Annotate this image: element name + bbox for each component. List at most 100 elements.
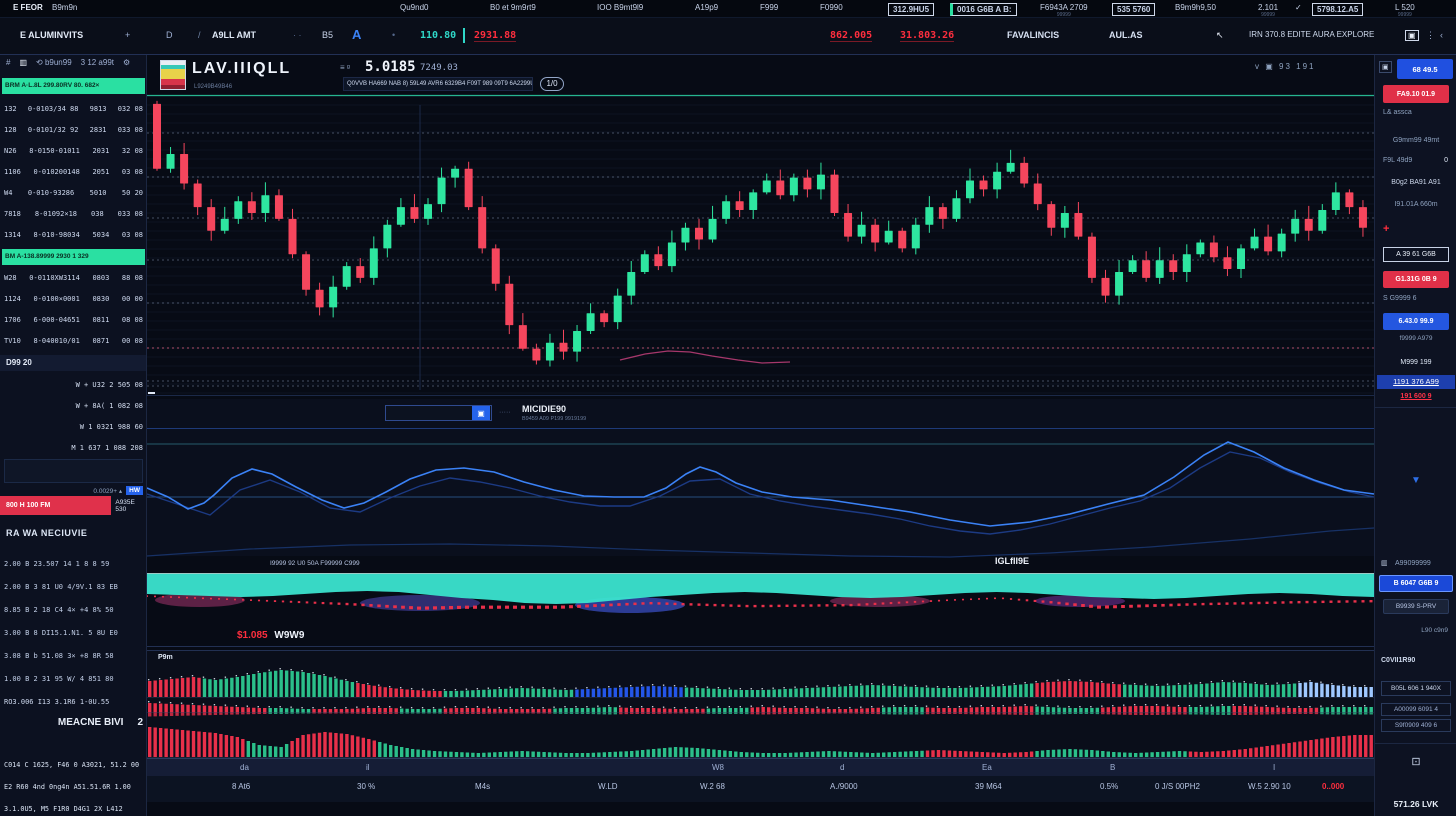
watch-row[interactable]: N268-0150-01011203132 08 xyxy=(4,147,143,159)
watch-cell: 00 08 xyxy=(122,337,143,349)
instrument-logo[interactable] xyxy=(160,60,186,90)
scroll-down-icon[interactable]: ▼ xyxy=(1375,475,1456,486)
sidebar-tool-icon-1[interactable]: ▥ xyxy=(19,58,27,67)
sidebar-tool-icon-3[interactable]: 3 12 a99t xyxy=(81,58,114,67)
mode-label[interactable]: IRN 370.8 EDITE AURA EXPLORE xyxy=(1249,30,1374,39)
rs-divider-1 xyxy=(1375,407,1456,408)
watch-row[interactable]: W280-0110XW3114080388 08 xyxy=(4,274,143,286)
watch-cell: 1706 xyxy=(4,316,21,328)
panel-tab-icon[interactable]: ▣ xyxy=(1379,61,1392,73)
menubar-item-14[interactable]: L 52099999 xyxy=(1395,3,1415,18)
menubar-item-2[interactable]: IOO B9mt9l9 xyxy=(597,3,643,12)
symbol-label[interactable]: E ALUMINVITS xyxy=(20,30,83,40)
menubar-item-9[interactable]: 535 5760 xyxy=(1112,3,1155,16)
depth-row-2[interactable]: W 1 0321 988 60 xyxy=(4,423,143,435)
oscillator-pane[interactable] xyxy=(147,428,1374,556)
sidebar-footer-row-0: C014 C 1625, F46 0 A3021, 51.2 00 xyxy=(4,761,143,773)
watch-cell: 08 08 xyxy=(122,316,143,328)
activity-label: A99099999 xyxy=(1395,560,1431,567)
watch-cell: 88 08 xyxy=(122,274,143,286)
menubar-item-5[interactable]: F0990 xyxy=(820,3,843,12)
order-input-box[interactable] xyxy=(4,459,143,483)
instrument-name[interactable]: A9LL AMT xyxy=(212,30,256,40)
banner-toggle-button[interactable]: 1/0 xyxy=(540,77,564,91)
watch-cell: 8-0150-01011 xyxy=(29,147,80,159)
overflow-menu-icon[interactable]: ⋮ xyxy=(1426,30,1435,41)
collapse-icon[interactable]: ‹ xyxy=(1440,30,1443,40)
watch-row[interactable]: 78188-01092×18038033 08 xyxy=(4,210,143,222)
search-grid-button[interactable]: ▣ xyxy=(472,406,490,420)
field-label-3: F9L 49d9 xyxy=(1383,157,1412,164)
chart-header-icons[interactable]: ≡ ᵍ xyxy=(340,63,350,72)
quantity-box[interactable]: A 39 61 G6B xyxy=(1383,247,1449,262)
menubar-item-0[interactable]: Qu9nd0 xyxy=(400,3,428,12)
depth-section-header[interactable]: D99 20 xyxy=(0,355,147,371)
draw-tool-icon[interactable]: D xyxy=(166,30,173,40)
watch-row[interactable]: 17066-000-04651081108 08 xyxy=(4,316,143,328)
monitor-icon[interactable]: ⊡ xyxy=(1375,755,1456,768)
menubar-item-11[interactable]: 2.10199999 xyxy=(1258,3,1278,18)
menubar-item-3[interactable]: A19p9 xyxy=(695,3,718,12)
timeframe-b5[interactable]: B5 xyxy=(322,30,333,40)
watch-row[interactable]: 11060-010200148205103 08 xyxy=(4,168,143,180)
sell-pill-button[interactable]: 800 H 100 FM xyxy=(0,496,111,515)
menubar-item-1[interactable]: B0 et 9m9rt9 xyxy=(490,3,536,12)
watch-row[interactable]: TV108-040010/01087100 08 xyxy=(4,337,143,349)
add-order-icon[interactable]: + xyxy=(1383,223,1389,235)
status-item-6: 39 M64 xyxy=(975,782,1002,791)
depth-row-0[interactable]: W + U32 2 505 08 xyxy=(4,381,143,393)
selected-mode-button[interactable]: B 6047 G6B 9 xyxy=(1379,575,1453,592)
watch-row[interactable]: 13148-010-98034503403 08 xyxy=(4,231,143,243)
add-symbol-button[interactable]: + xyxy=(125,30,130,40)
time-axis[interactable]: dailW8dEaBI xyxy=(147,758,1374,776)
chart-top-right-icons[interactable]: v ▣ 93 191 xyxy=(1255,62,1315,71)
stat-row-3: 3.00 B 8 DI15.1.N1. 5 8U E0 xyxy=(4,629,143,641)
macd-indicator-label[interactable]: MEACNE BIVI xyxy=(58,717,124,728)
ribbon-indicator[interactable] xyxy=(147,570,1374,625)
sell-button[interactable]: FA9.10 01.9 xyxy=(1383,85,1449,103)
watch-group-header-1[interactable]: BRM A·L.8L 299.80RV 80. 682× xyxy=(2,78,145,94)
watch-row[interactable]: 1280-0101/32 922831033 08 xyxy=(4,126,143,138)
watch-row[interactable]: 1320-0103/34 889813032 08 xyxy=(4,105,143,117)
position-row[interactable]: 1191 376 A99 xyxy=(1377,375,1455,389)
ask-price: 2931.88 xyxy=(474,30,516,42)
sidebar-tool-icon-0[interactable]: # xyxy=(6,58,10,67)
menubar-item-7[interactable]: 0016 G6B A B: xyxy=(950,3,1017,16)
buy-limit-button[interactable]: 6.43.0 99.9 xyxy=(1383,313,1449,330)
histogram-pane[interactable] xyxy=(147,650,1374,758)
menubar-item-8[interactable]: F6943A 270999999 xyxy=(1040,3,1088,18)
favorites-menu[interactable]: FAVALINCIS xyxy=(1007,30,1059,40)
watch-row[interactable]: 11240-0100×0001083000 00 xyxy=(4,295,143,307)
sidebar-tool-icon-2[interactable]: ⟲ b9un99 xyxy=(36,58,72,67)
cursor-icon[interactable]: ↖ xyxy=(1216,30,1224,41)
aulas-menu[interactable]: AUL.AS xyxy=(1109,30,1143,40)
watch-cell: 1314 xyxy=(4,231,21,243)
sell-limit-button[interactable]: G1.31G 0B 9 xyxy=(1383,271,1449,288)
watch-row[interactable]: W40-010-93286501050 20 xyxy=(4,189,143,201)
sidebar-tool-icon-4[interactable]: ⚙ xyxy=(123,58,130,67)
field-value-3[interactable]: 0 xyxy=(1444,157,1448,164)
menubar-item-6[interactable]: 312.9HU5 xyxy=(888,3,934,16)
watch-cell: 8-01092×18 xyxy=(35,210,77,222)
control-field-3[interactable]: S9f0909 409 6 xyxy=(1381,719,1451,732)
field-label-4: B0g2 BA91 A91 xyxy=(1375,179,1456,186)
change-value: 862.005 xyxy=(830,30,872,42)
control-field-2[interactable]: A00099 6091 4 xyxy=(1381,703,1451,716)
menubar-item-12[interactable]: ✓ xyxy=(1295,3,1302,12)
control-field-1[interactable]: B05L 606 1 940X xyxy=(1381,681,1451,696)
menubar-item-13[interactable]: 5798.12.A5 xyxy=(1312,3,1363,16)
depth-row-1[interactable]: W + 8A( 1 082 08 xyxy=(4,402,143,414)
news-banner[interactable]: Q0VVB HA669 NAB 8) 59L49 AVR6 6329B4 F09… xyxy=(343,77,533,91)
watch-group-header-2[interactable]: BM A-138.89999 2930 1 329 xyxy=(2,249,145,265)
indicator-name[interactable]: MICIDIE90 xyxy=(522,404,566,414)
watch-cell: 0-010-93286 xyxy=(28,189,74,201)
depth-row-3[interactable]: M 1 637 1 088 208 xyxy=(4,444,143,456)
menubar-item-10[interactable]: B9m9h9,50 xyxy=(1175,3,1216,12)
buy-button[interactable]: 68 49.5 xyxy=(1397,59,1453,79)
sidebar-footer-row-2: 3.1.0U5, M5 F1R0 D4G1 2X L412 xyxy=(4,805,143,816)
menubar-item-4[interactable]: F999 xyxy=(760,3,778,12)
secondary-mode-button[interactable]: B9939 S-PRV xyxy=(1383,599,1449,614)
layout-box-icon[interactable]: ▣ xyxy=(1405,30,1419,41)
candlestick-chart[interactable] xyxy=(147,95,1374,395)
hw-badge[interactable]: HW xyxy=(126,486,143,495)
